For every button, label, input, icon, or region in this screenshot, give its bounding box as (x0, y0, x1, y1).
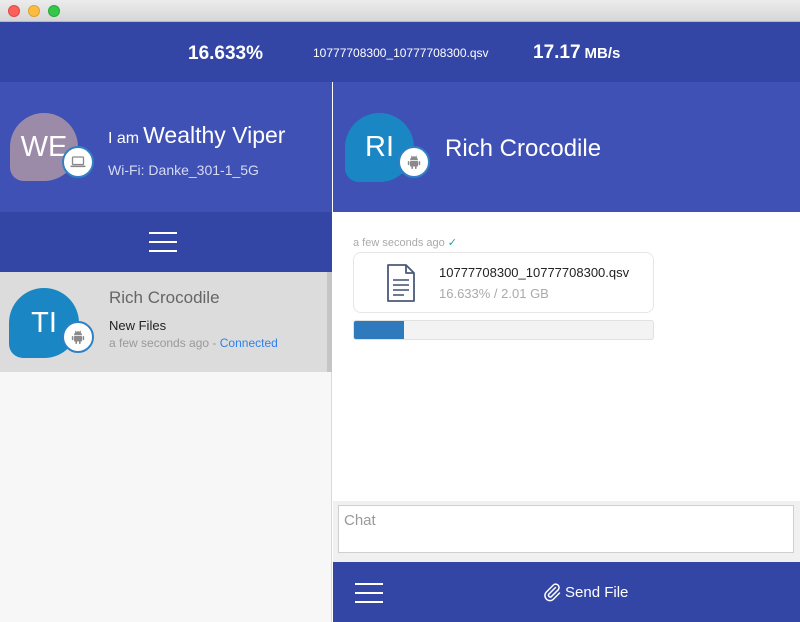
zoom-window-button[interactable] (48, 5, 60, 17)
android-icon (398, 146, 430, 178)
menu-icon[interactable] (355, 583, 383, 603)
message-file-progress: 16.633% / 2.01 GB (439, 286, 549, 301)
android-icon (62, 321, 94, 353)
transfer-status-bar: 16.633% 10777708300_10777708300.qsv 17.1… (0, 22, 800, 82)
bottom-action-bar: Send File (333, 562, 800, 622)
connection-status: Connected (219, 336, 278, 350)
my-device-name: Wealthy Viper (143, 122, 286, 148)
transfer-speed-unit: MB/s (584, 45, 621, 62)
checkmark-icon: ✓ (447, 237, 457, 249)
my-identity-prefix: I am (108, 130, 140, 147)
peer-header: RI Rich Crocodile (333, 82, 800, 212)
message-time: a few seconds ago (353, 237, 445, 249)
conversation-panel: RI Rich Crocodile a few seconds ago ✓ 10… (333, 82, 800, 622)
my-avatar-initials: WE (20, 130, 68, 163)
message-timestamp: a few seconds ago ✓ (353, 236, 457, 249)
transfer-file-name: 10777708300_10777708300.qsv (313, 46, 489, 60)
device-time-separator: - (209, 336, 220, 350)
file-progress-bar (353, 320, 654, 340)
send-file-label: Send File (565, 583, 629, 601)
device-time: a few seconds ago (109, 336, 210, 350)
sidebar: WE I am Wealthy Viper Wi-Fi: Danke_301-1_… (0, 82, 332, 622)
device-avatar-initials: TI (31, 306, 57, 339)
send-file-button[interactable]: Send File (542, 582, 628, 602)
file-message[interactable]: 10777708300_10777708300.qsv 16.633% / 2.… (353, 252, 654, 313)
laptop-icon (62, 146, 94, 178)
device-last-seen: a few seconds ago - Connected (109, 336, 278, 350)
minimize-window-button[interactable] (28, 5, 40, 17)
sidebar-menu-bar (0, 212, 332, 272)
message-file-name: 10777708300_10777708300.qsv (439, 265, 630, 280)
peer-avatar-initials: RI (365, 131, 394, 163)
device-list-item[interactable]: TI Rich Crocodile New Files a few second… (0, 272, 332, 372)
document-icon (386, 264, 416, 307)
chat-area (333, 501, 800, 562)
transfer-percent: 16.633% (188, 43, 264, 64)
close-window-button[interactable] (8, 5, 20, 17)
device-name: Rich Crocodile (109, 288, 220, 307)
wifi-network: Wi-Fi: Danke_301-1_5G (108, 162, 259, 178)
my-identity: I am Wealthy Viper (108, 122, 285, 149)
menu-icon[interactable] (149, 232, 177, 252)
transfer-speed-value: 17.17 (533, 42, 581, 63)
paperclip-icon (544, 583, 561, 602)
chat-input[interactable] (338, 505, 794, 553)
transfer-speed: 17.17 MB/s (533, 42, 620, 64)
my-profile: WE I am Wealthy Viper Wi-Fi: Danke_301-1_… (0, 82, 332, 212)
file-progress-fill (354, 321, 404, 339)
peer-name: Rich Crocodile (445, 135, 602, 162)
device-status: New Files (109, 318, 167, 333)
window-titlebar (0, 0, 800, 22)
